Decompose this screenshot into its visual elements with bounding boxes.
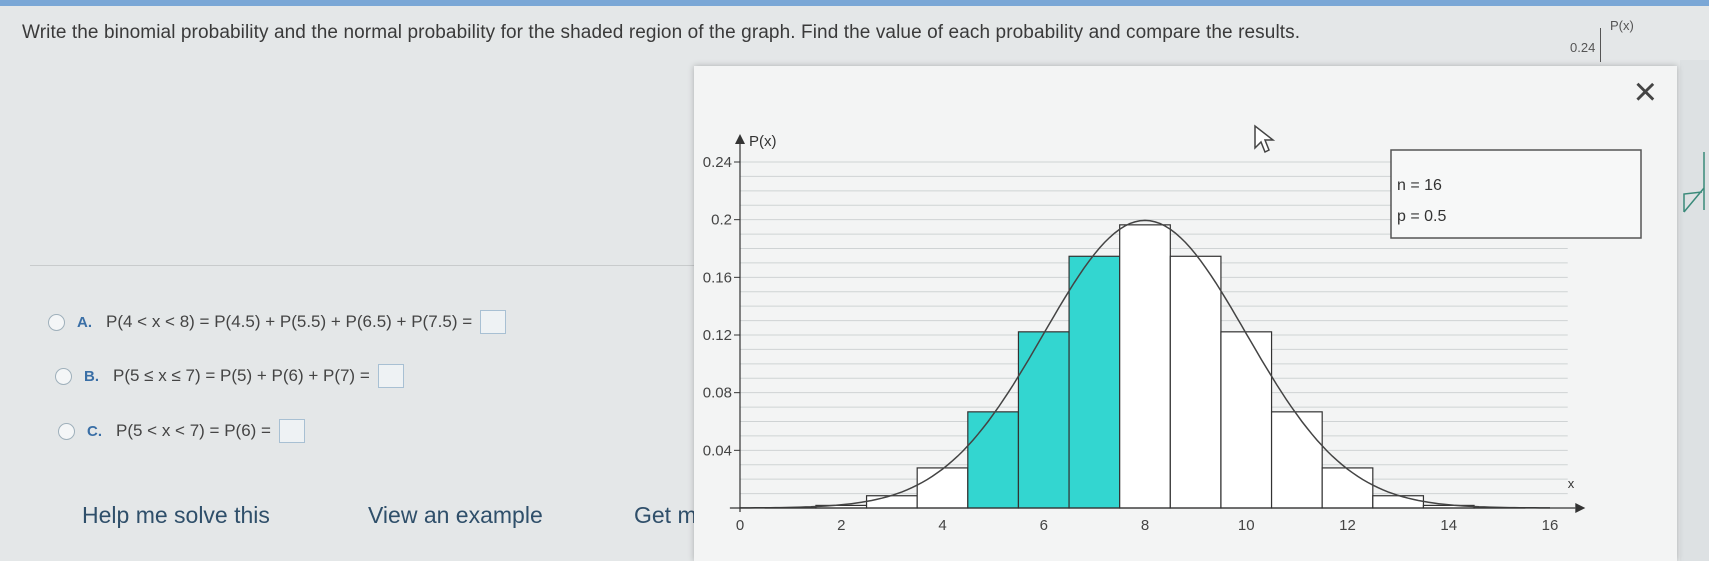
option-a-answer-box[interactable] <box>480 310 507 334</box>
histogram-bar <box>967 411 1020 509</box>
question-text: Write the binomial probability and the n… <box>22 22 1301 43</box>
get-more-help-link[interactable]: Get m <box>634 502 697 529</box>
y-tick-label: 0.16 <box>703 269 732 286</box>
option-b-letter: B. <box>84 367 99 385</box>
histogram-bar <box>1372 495 1425 509</box>
y-axis-arrow <box>735 134 745 144</box>
mini-axis-line <box>1600 28 1601 62</box>
option-c[interactable]: C. P(5 < x < 7) = P(6) = <box>58 419 305 443</box>
binomial-chart: P(x) x 0.24 0.2 0.16 0.12 0.08 0.04 0 2 4 6 8 10 12 14… <box>703 133 1642 534</box>
histogram-bar <box>865 495 918 509</box>
histogram-bar <box>1220 331 1273 509</box>
y-tick-label: 0.04 <box>703 442 732 459</box>
histogram-bar <box>1270 411 1323 509</box>
x-axis-label: x <box>1568 476 1575 491</box>
y-tick-label: 0.08 <box>703 385 732 402</box>
y-tick-label: 0.24 <box>703 154 732 171</box>
radio-a[interactable] <box>48 313 65 331</box>
mini-axis-label: P(x) <box>1610 18 1634 33</box>
mini-axis-tick: 0.24 <box>1570 40 1596 55</box>
view-example-link[interactable]: View an example <box>368 502 543 529</box>
section-divider <box>30 265 710 266</box>
option-c-answer-box[interactable] <box>278 419 305 443</box>
x-tick-label: 14 <box>1440 517 1457 534</box>
pencil-icon[interactable] <box>1682 150 1706 214</box>
x-tick-label: 8 <box>1141 517 1149 534</box>
x-tick-label: 6 <box>1040 517 1048 534</box>
help-me-solve-link[interactable]: Help me solve this <box>82 502 270 529</box>
option-c-text: P(5 < x < 7) = P(6) = <box>116 421 271 440</box>
histogram-bar <box>1017 331 1070 509</box>
radio-c[interactable] <box>58 422 75 440</box>
option-b-text: P(5 ≤ x ≤ 7) = P(5) + P(6) + P(7) = <box>113 366 370 385</box>
option-a-text: P(4 < x < 8) = P(4.5) + P(5.5) + P(6.5) … <box>106 312 473 331</box>
y-axis-label: P(x) <box>749 133 777 150</box>
param-n: n = 16 <box>1397 177 1442 194</box>
histogram-bar <box>1119 224 1171 509</box>
histogram-bar <box>1068 255 1121 509</box>
option-c-letter: C. <box>87 422 102 440</box>
option-a-letter: A. <box>77 313 92 331</box>
x-tick-label: 2 <box>837 517 845 534</box>
x-axis-arrow <box>1575 503 1586 513</box>
x-tick-label: 10 <box>1238 517 1255 534</box>
x-tick-label: 12 <box>1339 517 1356 534</box>
top-accent-bar <box>0 0 1709 6</box>
param-p: p = 0.5 <box>1397 208 1446 225</box>
y-tick-label: 0.12 <box>703 327 732 344</box>
histogram-bar <box>916 467 969 509</box>
y-tick-label: 0.2 <box>711 212 732 229</box>
radio-b[interactable] <box>55 367 72 385</box>
side-panel-edge <box>1680 60 1709 561</box>
option-b[interactable]: B. P(5 ≤ x ≤ 7) = P(5) + P(6) + P(7) = <box>55 364 404 388</box>
histogram-bar <box>1169 255 1222 509</box>
x-tick-label: 16 <box>1542 517 1559 534</box>
x-tick-label: 4 <box>938 517 946 534</box>
option-b-answer-box[interactable] <box>377 364 404 388</box>
option-a[interactable]: A. P(4 < x < 8) = P(4.5) + P(5.5) + P(6.… <box>48 310 507 334</box>
x-tick-label: 0 <box>736 517 744 534</box>
graph-popup: × P(x) x 0.24 0.2 0.16 0.12 0.08 0.04 0 2 4 6 8 10 12… <box>694 66 1677 561</box>
histogram-bar <box>1321 467 1374 509</box>
